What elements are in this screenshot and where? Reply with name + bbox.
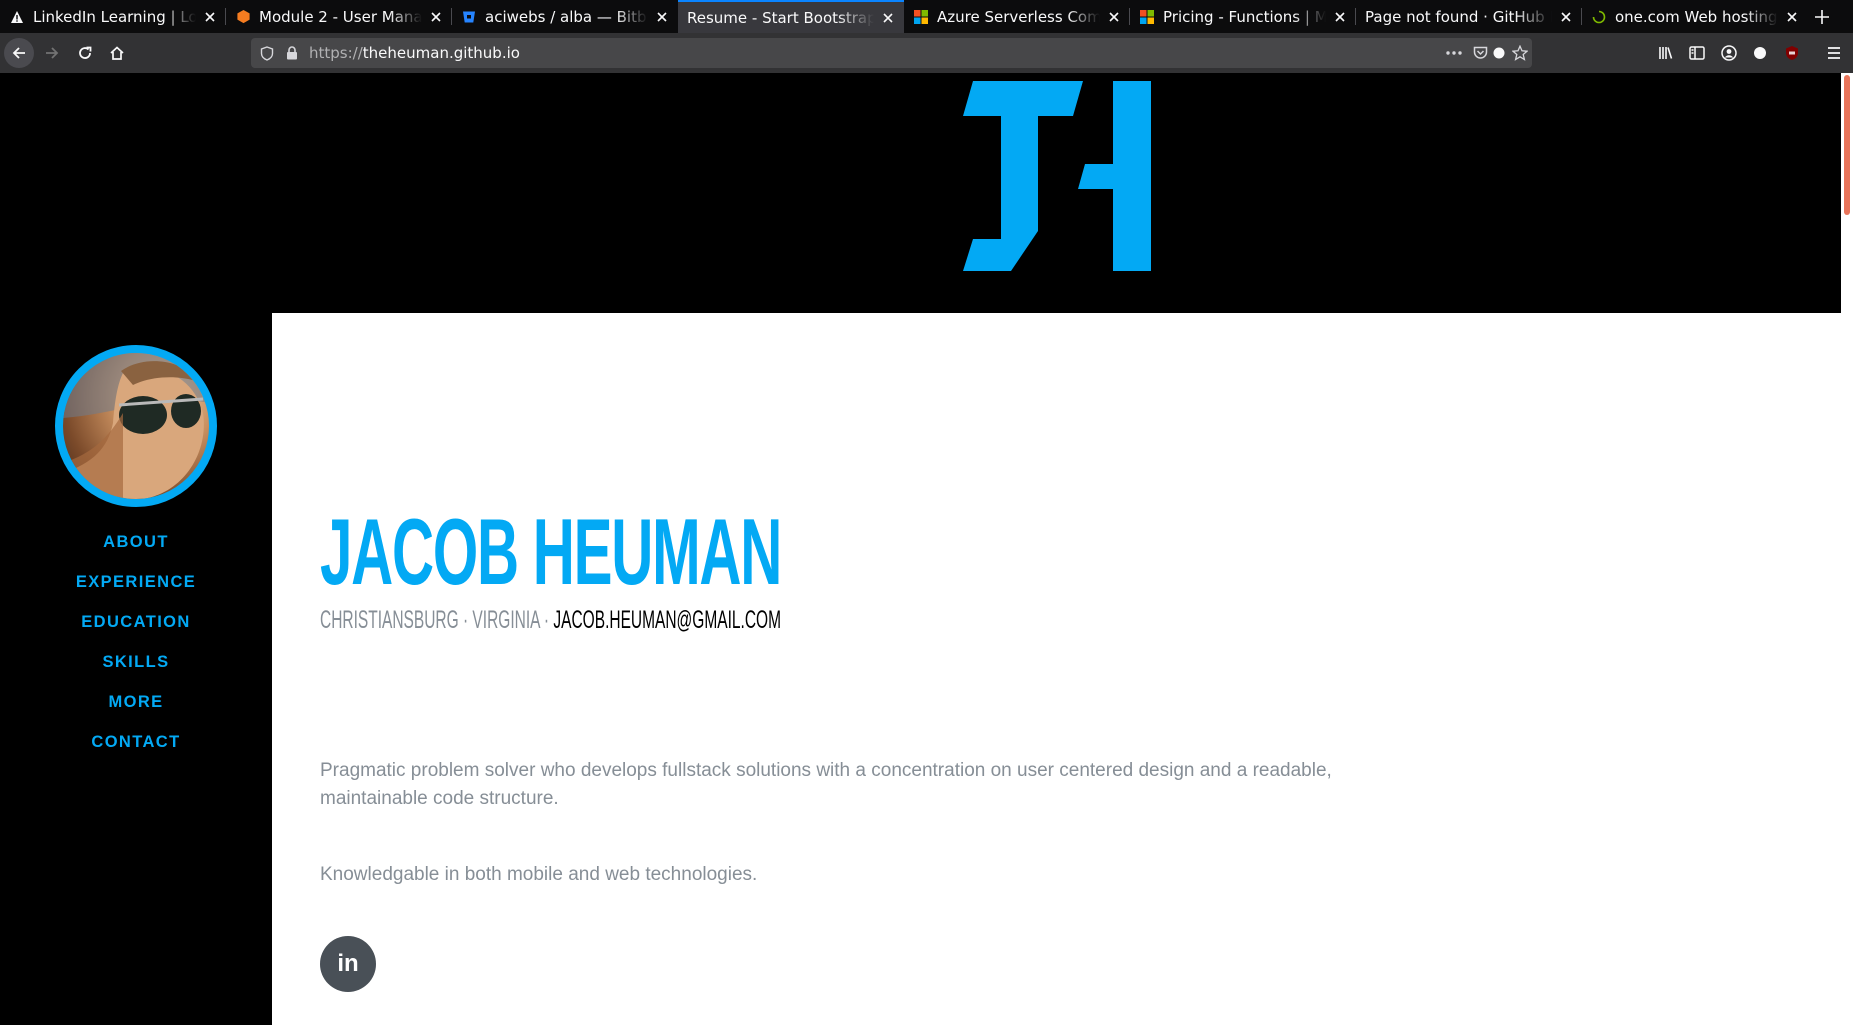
navigation-toolbar: https://theheuman.github.io [0, 33, 1853, 73]
reload-icon [79, 46, 92, 59]
url-host: theheuman.github.io [362, 44, 520, 62]
sidebar: ABOUT EXPERIENCE EDUCATION SKILLS MORE C… [0, 313, 272, 1025]
tab-title: aciwebs / alba — Bitbucket [485, 7, 648, 26]
jh-logo [963, 81, 1151, 271]
close-tab-icon[interactable] [1106, 9, 1122, 25]
home-button[interactable] [102, 38, 132, 68]
reload-button[interactable] [70, 38, 100, 68]
close-tab-icon[interactable] [1784, 9, 1800, 25]
email-link[interactable]: JACOB.HEUMAN@GMAIL.COM [553, 606, 781, 634]
library-button[interactable] [1651, 38, 1681, 68]
home-icon [110, 46, 124, 60]
plus-icon [1815, 9, 1829, 24]
about-paragraph-2: Knowledgable in both mobile and web tech… [320, 864, 758, 885]
location-text: CHRISTIANSBURG · VIRGINIA · [320, 606, 554, 634]
account-icon [1721, 45, 1737, 61]
tab-title: Resume - Start Bootstrap Theme [687, 8, 874, 27]
sidebar-icon [1689, 46, 1705, 60]
module-icon [235, 9, 251, 25]
tab-pricing-functions[interactable]: Pricing - Functions | Microsoft [1130, 0, 1356, 33]
url-text: https://theheuman.github.io [309, 38, 520, 68]
library-icon [1659, 47, 1673, 59]
bookmark-star-icon[interactable] [1512, 45, 1528, 61]
microsoft-icon [913, 9, 929, 25]
nav-link-about[interactable]: ABOUT [0, 522, 272, 562]
nav-link-more[interactable]: MORE [0, 682, 272, 722]
close-tab-icon[interactable] [202, 9, 218, 25]
back-button[interactable] [4, 38, 34, 68]
loading-icon [1591, 9, 1607, 25]
close-tab-icon[interactable] [1558, 9, 1574, 25]
url-scheme: https:// [309, 44, 363, 62]
pocket-icon[interactable] [1472, 45, 1488, 61]
page-scrollbar[interactable] [1841, 73, 1853, 1025]
about-paragraph-1: Pragmatic problem solver who develops fu… [320, 760, 1332, 809]
page-actions-icon[interactable] [1446, 45, 1462, 61]
menu-button[interactable] [1819, 38, 1849, 68]
tab-title: Pricing - Functions | Microsoft [1163, 7, 1326, 26]
tab-resume[interactable]: Resume - Start Bootstrap Theme [678, 0, 904, 33]
tab-page-not-found[interactable]: Page not found · GitHub Pages [1356, 0, 1582, 33]
extension-dot-icon [1754, 47, 1766, 59]
forward-arrow-icon [46, 47, 59, 59]
tab-title: Page not found · GitHub Pages [1365, 7, 1552, 26]
nav-link-education[interactable]: EDUCATION [0, 602, 272, 642]
tab-title: one.com Web hosting - Domain [1615, 7, 1778, 26]
scrollbar-thumb[interactable] [1844, 75, 1850, 215]
linkedin-icon: in [337, 950, 359, 977]
tab-one-com[interactable]: one.com Web hosting - Domain [1582, 0, 1808, 33]
profile-photo-illustration [63, 353, 209, 499]
sidebar-nav: ABOUT EXPERIENCE EDUCATION SKILLS MORE C… [0, 522, 272, 762]
extension-dot-icon[interactable] [1491, 45, 1507, 61]
tab-azure-serverless[interactable]: Azure Serverless Computing [904, 0, 1130, 33]
ublock-origin-icon [1786, 46, 1798, 60]
sidebar-toggle-button[interactable] [1682, 38, 1712, 68]
forward-button[interactable] [37, 38, 67, 68]
linkedin-learning-icon [9, 9, 25, 25]
nav-link-skills[interactable]: SKILLS [0, 642, 272, 682]
tab-title: Azure Serverless Computing [937, 7, 1100, 26]
tab-strip: LinkedIn Learning | Login Module 2 - Use… [0, 0, 1853, 33]
nav-link-experience[interactable]: EXPERIENCE [0, 562, 272, 602]
tab-title: Module 2 - User Management [259, 7, 422, 26]
linkedin-button[interactable]: in [320, 936, 376, 992]
account-button[interactable] [1714, 38, 1744, 68]
close-tab-icon[interactable] [654, 9, 670, 25]
address-bar[interactable]: https://theheuman.github.io [251, 38, 1532, 68]
tab-bitbucket[interactable]: aciwebs / alba — Bitbucket [452, 0, 678, 33]
extension-button[interactable] [1745, 38, 1775, 68]
contact-subheading: CHRISTIANSBURG · VIRGINIA · JACOB.HEUMAN… [320, 606, 781, 635]
new-tab-button[interactable] [1807, 0, 1837, 33]
page-title-name: JACOB HEUMAN [320, 499, 782, 604]
close-tab-icon[interactable] [880, 10, 896, 26]
tab-linkedin-learning[interactable]: LinkedIn Learning | Login [0, 0, 226, 33]
main-content-area [272, 313, 1841, 1025]
back-arrow-icon [12, 47, 25, 59]
tab-title: LinkedIn Learning | Login [33, 7, 196, 26]
tab-module-2[interactable]: Module 2 - User Management [226, 0, 452, 33]
bitbucket-icon [461, 9, 477, 25]
tracking-protection-shield-icon[interactable] [259, 45, 275, 61]
lock-icon[interactable] [284, 45, 300, 61]
ublock-button[interactable] [1777, 38, 1807, 68]
close-tab-icon[interactable] [1332, 9, 1348, 25]
profile-photo [55, 345, 217, 507]
nav-link-contact[interactable]: CONTACT [0, 722, 272, 762]
hamburger-menu-icon [1828, 47, 1840, 59]
close-tab-icon[interactable] [428, 9, 444, 25]
microsoft-icon [1139, 9, 1155, 25]
